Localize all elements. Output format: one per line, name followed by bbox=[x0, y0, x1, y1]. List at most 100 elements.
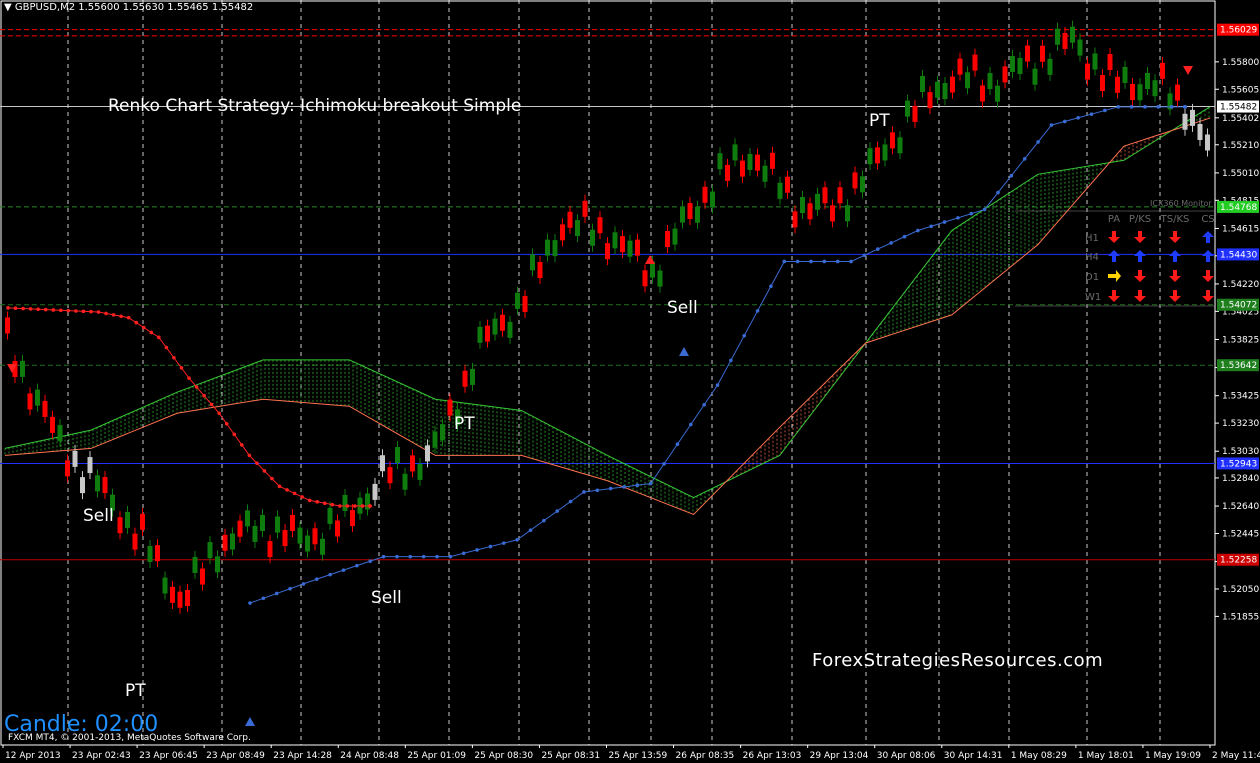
renko-brick bbox=[777, 182, 783, 199]
kijun-dot bbox=[795, 259, 800, 264]
tenkan-dot bbox=[66, 308, 71, 313]
price-tick-label: 1.53425 bbox=[1222, 392, 1259, 402]
renko-brick bbox=[237, 520, 243, 537]
dropdown-icon[interactable]: ▼ bbox=[4, 2, 12, 13]
renko-brick bbox=[950, 76, 955, 93]
renko-brick bbox=[1070, 26, 1075, 43]
tenkan-dot bbox=[164, 345, 169, 350]
kijun-dot bbox=[969, 211, 974, 216]
renko-brick bbox=[432, 431, 438, 448]
renko-brick bbox=[147, 545, 153, 562]
time-label: 26 Apr 13:03 bbox=[743, 751, 802, 761]
tenkan-dot bbox=[187, 376, 191, 380]
tenkan-dot bbox=[74, 309, 78, 313]
renko-brick bbox=[87, 457, 93, 474]
renko-brick bbox=[755, 154, 760, 171]
renko-brick bbox=[95, 475, 100, 492]
arrow-up-icon bbox=[1202, 231, 1214, 243]
annotation-pt: PT bbox=[125, 681, 146, 701]
time-axis: 12 Apr 2013 23 Apr 02:43 23 Apr 06:45 23 Ap… bbox=[2, 745, 1260, 761]
renko-brick bbox=[57, 425, 63, 442]
price-tick-label: 1.52050 bbox=[1222, 585, 1259, 595]
renko-brick bbox=[710, 191, 715, 208]
tenkan-dot bbox=[353, 504, 357, 508]
renko-brick bbox=[492, 318, 498, 335]
renko-brick bbox=[50, 416, 55, 433]
kijun-dot bbox=[729, 358, 733, 363]
kijun-dot bbox=[809, 259, 813, 264]
price-tick-label: 1.54615 bbox=[1222, 224, 1259, 234]
kijun-dot bbox=[1062, 119, 1067, 124]
kijun-dot bbox=[862, 253, 867, 258]
renko-brick bbox=[807, 203, 813, 220]
renko-brick bbox=[1130, 84, 1135, 101]
tenkan-dot bbox=[322, 501, 327, 506]
renko-brick bbox=[162, 577, 168, 594]
tenkan-dot bbox=[179, 366, 184, 370]
renko-brick bbox=[230, 533, 235, 550]
table-row-label: D1 bbox=[1085, 272, 1099, 283]
annotation-sell: Sell bbox=[83, 506, 114, 526]
tenkan-dot bbox=[96, 310, 101, 314]
renko-brick bbox=[642, 270, 648, 287]
time-label: 30 Apr 14:31 bbox=[944, 751, 1003, 761]
renko-brick bbox=[597, 217, 603, 234]
kijun-dot bbox=[769, 284, 773, 288]
table-header: P/KS bbox=[1129, 214, 1151, 225]
renko-brick bbox=[635, 239, 640, 256]
arrow-down-icon bbox=[1169, 290, 1181, 302]
price-tick-label: 1.55010 bbox=[1222, 169, 1259, 179]
renko-brick bbox=[627, 240, 633, 257]
renko-brick bbox=[815, 193, 820, 210]
tenkan-dot bbox=[149, 330, 154, 335]
renko-brick bbox=[650, 261, 655, 278]
price-tick-label: 1.55402 bbox=[1222, 114, 1259, 124]
kijun-dot bbox=[568, 499, 573, 504]
renko-brick bbox=[350, 510, 355, 527]
price-label: 1.54430 bbox=[1220, 250, 1257, 260]
kijun-dot bbox=[702, 403, 706, 407]
chart-title: Renko Chart Strategy: Ichimoku breakout … bbox=[108, 96, 522, 116]
renko-brick bbox=[192, 556, 198, 573]
renko-brick bbox=[507, 321, 513, 338]
renko-brick bbox=[282, 530, 288, 547]
renko-brick bbox=[905, 100, 910, 117]
renko-brick bbox=[575, 220, 580, 237]
renko-brick bbox=[35, 389, 40, 406]
renko-brick bbox=[830, 205, 835, 222]
kijun-dot bbox=[501, 541, 506, 545]
arrow-down-icon bbox=[1202, 290, 1214, 302]
renko-brick bbox=[770, 152, 775, 169]
kijun-dot bbox=[849, 259, 853, 264]
renko-brick bbox=[545, 239, 550, 256]
kijun-dot bbox=[1009, 173, 1014, 178]
renko-brick bbox=[470, 368, 475, 385]
kijun-dot bbox=[902, 234, 907, 239]
price-tick-label: 1.55210 bbox=[1222, 141, 1259, 151]
tenkan-dot bbox=[285, 488, 289, 492]
renko-brick bbox=[387, 467, 393, 484]
arrow-left-icon bbox=[645, 255, 655, 264]
tenkan-dot bbox=[217, 411, 221, 416]
renko-brick bbox=[1002, 66, 1008, 83]
renko-brick bbox=[590, 229, 595, 246]
kijun-dot bbox=[475, 548, 479, 552]
tenkan-dot bbox=[232, 432, 237, 437]
renko-brick bbox=[800, 196, 805, 213]
kijun-dot bbox=[528, 528, 533, 533]
copyright: FXCM MT4, © 2001-2013, MetaQuotes Softwa… bbox=[8, 733, 251, 743]
renko-brick bbox=[297, 527, 303, 544]
tenkan-dot bbox=[247, 453, 252, 458]
kijun-dot bbox=[314, 577, 319, 581]
renko-brick bbox=[417, 463, 423, 480]
price-tick-label: 1.55800 bbox=[1222, 58, 1259, 68]
kijun-dot bbox=[956, 216, 960, 220]
kijun-dot bbox=[461, 551, 466, 556]
tenkan-dot bbox=[300, 495, 304, 499]
kijun-dot bbox=[261, 596, 266, 601]
price-tick-label: 1.52445 bbox=[1222, 529, 1259, 539]
renko-brick bbox=[740, 160, 745, 177]
renko-brick bbox=[170, 586, 175, 603]
renko-brick bbox=[42, 400, 48, 417]
kijun-dot bbox=[301, 582, 306, 586]
